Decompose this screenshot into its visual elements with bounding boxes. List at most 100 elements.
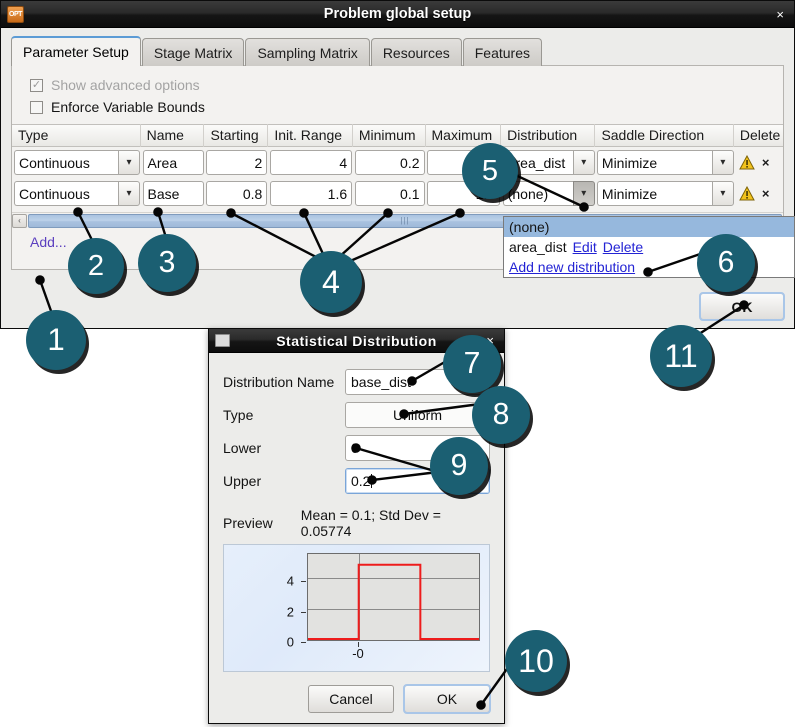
warning-triangle-icon[interactable] bbox=[739, 155, 755, 170]
annotation-badge-4: 4 bbox=[300, 251, 362, 313]
type-combo[interactable]: Continuous ▾ bbox=[14, 181, 140, 206]
upper-input-value: 0.2 bbox=[351, 472, 371, 489]
tab-label: Features bbox=[474, 44, 530, 61]
xtick-label-0: -0 bbox=[352, 646, 364, 661]
name-input[interactable]: Area bbox=[142, 150, 204, 175]
tab-stage-matrix[interactable]: Stage Matrix bbox=[141, 38, 245, 66]
delete-distribution-link[interactable]: Delete bbox=[603, 239, 643, 255]
col-init-range: Init. Range bbox=[268, 124, 353, 147]
col-saddle: Saddle Direction bbox=[595, 124, 734, 147]
annotation-badge-3: 3 bbox=[138, 234, 196, 292]
annotation-badge-2: 2 bbox=[68, 238, 124, 294]
distribution-combo[interactable]: (none) ▾ bbox=[502, 181, 595, 206]
checkbox-icon[interactable] bbox=[30, 100, 43, 114]
table-header-row: Type Name Starting Init. Range Minimum M… bbox=[12, 124, 783, 147]
preview-label: Preview bbox=[223, 515, 273, 531]
dialog-ok-button[interactable]: OK bbox=[403, 684, 491, 714]
tab-label: Resources bbox=[382, 44, 450, 61]
chevron-down-icon[interactable]: ▾ bbox=[572, 181, 595, 206]
ytick-label-4: 4 bbox=[286, 573, 294, 589]
annotation-badge-5: 5 bbox=[462, 143, 518, 199]
table-row: Continuous ▾ Area 2 4 0.2 area_dist ▾ Mi… bbox=[12, 147, 783, 178]
dropdown-item-label: (none) bbox=[509, 219, 550, 235]
col-delete: Delete bbox=[739, 127, 781, 143]
col-minimum: Minimum bbox=[353, 124, 426, 147]
window-title: Problem global setup bbox=[323, 6, 472, 22]
tab-resources[interactable]: Resources bbox=[370, 38, 462, 66]
show-advanced-options-label: Show advanced options bbox=[51, 77, 200, 93]
ytick-mark-0 bbox=[301, 642, 306, 643]
init-range-input[interactable]: 4 bbox=[270, 150, 353, 175]
distribution-name-label: Distribution Name bbox=[223, 373, 335, 390]
starting-input[interactable]: 0.8 bbox=[206, 181, 268, 206]
annotation-badge-11: 11 bbox=[650, 325, 712, 387]
dropdown-item-none[interactable]: (none) bbox=[504, 217, 794, 237]
delete-row-icon[interactable]: × bbox=[762, 186, 770, 201]
annotation-badge-8: 8 bbox=[472, 386, 530, 444]
preview-stats: Mean = 0.1; Std Dev = 0.05774 bbox=[300, 507, 441, 539]
tab-label: Parameter Setup bbox=[23, 44, 129, 60]
warning-triangle-icon[interactable] bbox=[739, 186, 755, 201]
type-select[interactable]: Uniform bbox=[345, 401, 490, 428]
chevron-down-icon[interactable]: ▾ bbox=[118, 150, 140, 175]
col-starting: Starting bbox=[204, 124, 269, 147]
tab-label: Stage Matrix bbox=[153, 44, 233, 61]
col-distribution: Distribution bbox=[501, 124, 596, 147]
saddle-direction-combo[interactable]: Minimize ▾ bbox=[596, 150, 734, 175]
ytick-label-0: 0 bbox=[286, 634, 294, 650]
tab-parameter-setup[interactable]: Parameter Setup bbox=[11, 36, 141, 66]
annotation-badge-7: 7 bbox=[443, 335, 501, 393]
table-row: Continuous ▾ Base 0.8 1.6 0.1 1.6 (none) bbox=[12, 178, 783, 209]
type-label: Type bbox=[223, 406, 254, 423]
chevron-down-icon[interactable]: ▾ bbox=[711, 150, 734, 175]
checkbox-icon[interactable]: ✓ bbox=[30, 78, 43, 92]
uniform-pdf-curve bbox=[308, 554, 479, 640]
type-value: Continuous bbox=[14, 150, 118, 175]
tab-label: Sampling Matrix bbox=[257, 44, 358, 61]
minimum-input[interactable]: 0.1 bbox=[354, 181, 425, 206]
saddle-value: Minimize bbox=[596, 150, 712, 175]
window-titlebar: OPT Problem global setup × bbox=[1, 1, 794, 28]
dialog-body: Distribution Name base_dist Type Uniform… bbox=[209, 353, 504, 723]
saddle-direction-combo[interactable]: Minimize ▾ bbox=[596, 181, 734, 206]
main-ok-button[interactable]: OK bbox=[699, 292, 785, 321]
ytick-mark-2 bbox=[301, 611, 306, 613]
ytick-mark-4 bbox=[301, 581, 306, 583]
annotation-badge-9: 9 bbox=[430, 437, 488, 495]
chevron-down-icon[interactable]: ▾ bbox=[711, 181, 734, 206]
minimum-input[interactable]: 0.2 bbox=[354, 150, 425, 175]
saddle-value: Minimize bbox=[596, 181, 712, 206]
tab-features[interactable]: Features bbox=[462, 38, 542, 66]
edit-distribution-link[interactable]: Edit bbox=[573, 239, 597, 255]
annotation-badge-1: 1 bbox=[26, 310, 86, 370]
add-parameter-link[interactable]: Add... bbox=[30, 234, 67, 250]
window-body: Parameter Setup Stage Matrix Sampling Ma… bbox=[1, 28, 794, 328]
ytick-label-2: 2 bbox=[286, 604, 294, 620]
type-row: Type Uniform bbox=[223, 398, 490, 431]
tab-sampling-matrix[interactable]: Sampling Matrix bbox=[245, 38, 370, 66]
lower-label: Lower bbox=[223, 439, 262, 456]
enforce-variable-bounds-label: Enforce Variable Bounds bbox=[51, 99, 205, 115]
distribution-preview-chart: 0 2 4 -0 bbox=[223, 544, 490, 672]
name-input[interactable]: Base bbox=[142, 181, 204, 206]
text-caret bbox=[371, 473, 373, 488]
init-range-input[interactable]: 1.6 bbox=[270, 181, 353, 206]
chevron-down-icon[interactable]: ▾ bbox=[118, 181, 140, 206]
type-combo[interactable]: Continuous ▾ bbox=[14, 150, 140, 175]
annotation-badge-6: 6 bbox=[697, 234, 755, 292]
enforce-variable-bounds-row[interactable]: Enforce Variable Bounds bbox=[12, 96, 783, 118]
tab-bar: Parameter Setup Stage Matrix Sampling Ma… bbox=[11, 36, 784, 66]
upper-label: Upper bbox=[223, 472, 262, 489]
show-advanced-options-row[interactable]: ✓ Show advanced options bbox=[12, 74, 783, 96]
col-type: Type bbox=[12, 124, 141, 147]
add-new-distribution-link[interactable]: Add new distribution bbox=[509, 259, 635, 275]
close-icon[interactable]: × bbox=[776, 7, 784, 22]
preview-header: Preview Mean = 0.1; Std Dev = 0.05774 bbox=[223, 507, 490, 539]
delete-row-icon[interactable]: × bbox=[762, 155, 770, 170]
scroll-left-icon[interactable]: ‹ bbox=[12, 213, 27, 228]
starting-input[interactable]: 2 bbox=[206, 150, 268, 175]
type-value: Continuous bbox=[14, 181, 118, 206]
cancel-button[interactable]: Cancel bbox=[308, 685, 394, 713]
chevron-down-icon[interactable]: ▾ bbox=[572, 150, 595, 175]
dialog-button-bar: Cancel OK bbox=[209, 684, 504, 714]
